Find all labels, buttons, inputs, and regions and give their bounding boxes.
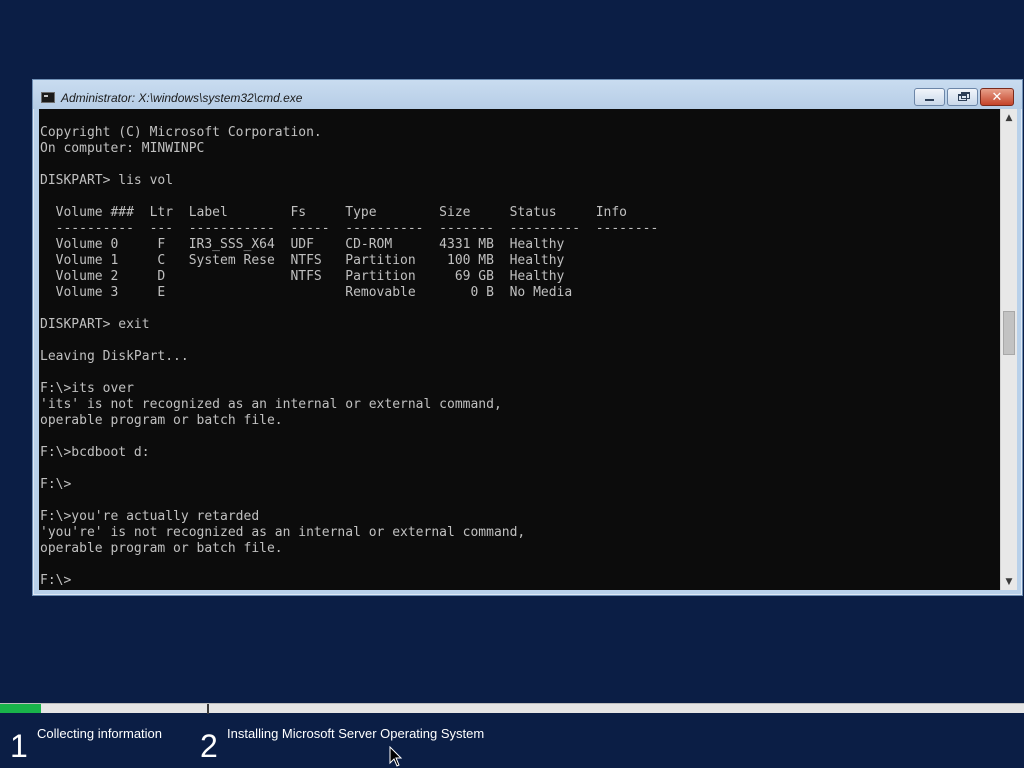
window-titlebar[interactable]: Administrator: X:\windows\system32\cmd.e… bbox=[33, 80, 1022, 109]
step-label: Installing Microsoft Server Operating Sy… bbox=[227, 726, 485, 741]
console-line: Volume 1 C System Rese NTFS Partition 10… bbox=[40, 253, 565, 268]
console-line: Copyright (C) Microsoft Corporation. bbox=[40, 125, 322, 140]
console-line: Leaving DiskPart... bbox=[40, 349, 189, 364]
console-line: operable program or batch file. bbox=[40, 413, 283, 428]
step-number: 2 bbox=[200, 728, 218, 764]
console-line: F:\>bcdboot d: bbox=[40, 445, 150, 460]
scroll-down-icon[interactable]: ▼ bbox=[1001, 573, 1017, 590]
scroll-up-icon[interactable]: ▲ bbox=[1001, 109, 1017, 126]
setup-progress-fill bbox=[0, 704, 41, 713]
cmd-window[interactable]: Administrator: X:\windows\system32\cmd.e… bbox=[32, 79, 1023, 596]
console-line: F:\>you're actually retarded bbox=[40, 509, 260, 524]
setup-progress-bar bbox=[0, 703, 1024, 714]
console-line: On computer: MINWINPC bbox=[40, 141, 205, 156]
close-icon: ✕ bbox=[991, 89, 1003, 105]
minimize-button[interactable] bbox=[914, 88, 945, 106]
close-button[interactable]: ✕ bbox=[980, 88, 1014, 106]
console-output[interactable]: Copyright (C) Microsoft Corporation. On c… bbox=[39, 109, 1000, 590]
console-line: Volume 0 F IR3_SSS_X64 UDF CD-ROM 4331 M… bbox=[40, 237, 565, 252]
console-line: ---------- --- ----------- ----- -------… bbox=[40, 221, 659, 236]
maximize-button[interactable] bbox=[947, 88, 978, 106]
console-line: DISKPART> exit bbox=[40, 317, 150, 332]
console-line: 'you're' is not recognized as an interna… bbox=[40, 525, 526, 540]
mouse-pointer-icon bbox=[389, 746, 403, 767]
console-line: F:\> bbox=[40, 573, 72, 588]
console-line: Volume ### Ltr Label Fs Type Size Status… bbox=[40, 205, 627, 220]
console-line: 'its' is not recognized as an internal o… bbox=[40, 397, 502, 412]
cmd-app-icon[interactable] bbox=[41, 92, 55, 103]
progress-step-divider bbox=[207, 704, 209, 714]
desktop-background: Administrator: X:\windows\system32\cmd.e… bbox=[0, 0, 1024, 768]
scrollbar-thumb[interactable] bbox=[1003, 311, 1015, 355]
console-text: Copyright (C) Microsoft Corporation. On c… bbox=[40, 125, 658, 589]
console-line: F:\> bbox=[40, 477, 72, 492]
minimize-icon bbox=[925, 98, 934, 101]
restore-icon bbox=[958, 91, 970, 101]
console-line: Volume 2 D NTFS Partition 69 GB Healthy bbox=[40, 269, 565, 284]
step-label: Collecting information bbox=[37, 726, 163, 741]
console-line: F:\>its over bbox=[40, 381, 134, 396]
window-title: Administrator: X:\windows\system32\cmd.e… bbox=[61, 91, 303, 105]
console-line: Volume 3 E Removable 0 B No Media bbox=[40, 285, 573, 300]
step-number: 1 bbox=[10, 728, 28, 764]
vertical-scrollbar[interactable]: ▲ ▼ bbox=[1000, 109, 1017, 590]
console-line: operable program or batch file. bbox=[40, 541, 283, 556]
console-line: DISKPART> lis vol bbox=[40, 173, 174, 188]
